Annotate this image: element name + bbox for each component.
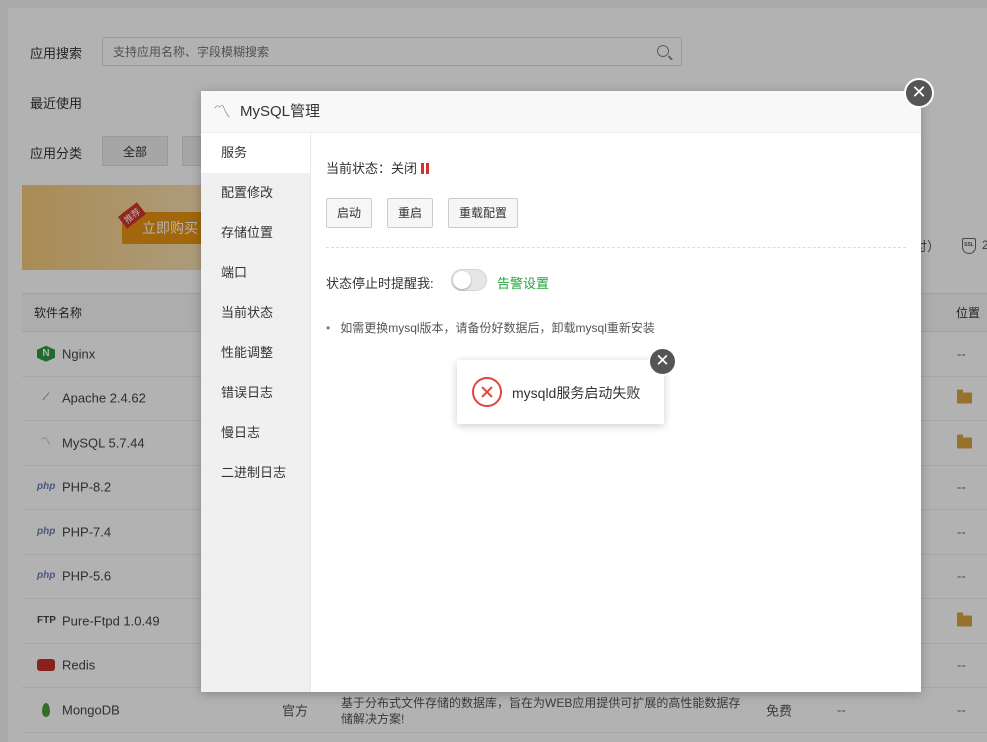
error-toast: mysqld服务启动失败 — [457, 360, 664, 424]
sidebar-item-slow-log[interactable]: 慢日志 — [201, 413, 310, 453]
start-button[interactable]: 启动 — [326, 198, 373, 228]
alert-settings-link[interactable]: 告警设置 — [497, 273, 549, 292]
status-text: 当前状态：关闭 — [326, 161, 418, 176]
toast-message: mysqld服务启动失败 — [512, 385, 641, 401]
sidebar-item-binlog[interactable]: 二进制日志 — [201, 453, 310, 493]
sidebar-item-config[interactable]: 配置修改 — [201, 173, 310, 213]
sidebar-item-storage[interactable]: 存储位置 — [201, 213, 310, 253]
toast-close-button[interactable]: ✕ — [648, 347, 677, 376]
modal-close-button[interactable]: ✕ — [904, 78, 934, 108]
divider — [326, 247, 906, 248]
mysql-dolphin-icon: 〽 — [213, 102, 231, 122]
remind-label: 状态停止时提醒我: — [326, 276, 434, 291]
sidebar-item-port[interactable]: 端口 — [201, 253, 310, 293]
modal-header: 〽 MySQL管理 — [201, 91, 921, 133]
toggle-knob — [453, 271, 471, 289]
sidebar-item-performance[interactable]: 性能调整 — [201, 333, 310, 373]
sidebar-item-current-status[interactable]: 当前状态 — [201, 293, 310, 333]
restart-button[interactable]: 重启 — [387, 198, 434, 228]
service-status: 当前状态：关闭 — [326, 158, 430, 177]
sidebar-item-service[interactable]: 服务 — [201, 133, 310, 173]
modal-sidebar: 服务 配置修改 存储位置 端口 当前状态 性能调整 错误日志 慢日志 二进制日志 — [201, 133, 311, 692]
version-tip: 如需更换mysql版本，请备份好数据后，卸载mysql重新安装 — [326, 319, 655, 336]
stopped-icon — [421, 163, 430, 174]
modal-title: MySQL管理 — [240, 103, 321, 120]
error-icon — [472, 377, 502, 407]
reload-config-button[interactable]: 重载配置 — [448, 198, 519, 228]
sidebar-item-error-log[interactable]: 错误日志 — [201, 373, 310, 413]
stop-alert-toggle[interactable] — [451, 269, 487, 291]
